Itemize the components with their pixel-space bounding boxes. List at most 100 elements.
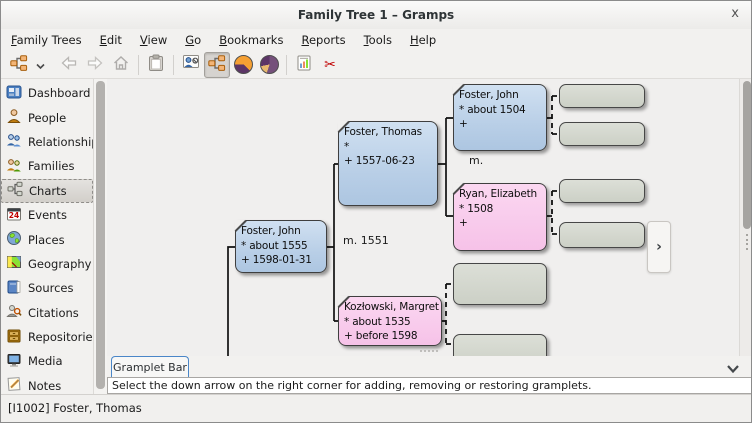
chevron-down-icon bbox=[35, 55, 45, 74]
arrow-right-icon bbox=[86, 54, 104, 76]
calendar-icon: 24 bbox=[6, 206, 22, 225]
person-box-father[interactable]: Foster, Thomas * + 1557-06-23 bbox=[337, 120, 438, 206]
gramplet-bar-message: Select the down arrow on the right corne… bbox=[107, 377, 751, 394]
book-icon bbox=[6, 279, 22, 298]
toolbar: ✂ bbox=[1, 51, 751, 79]
person-chart-icon bbox=[182, 54, 200, 76]
sidebar-item-geography[interactable]: Geography bbox=[1, 252, 93, 276]
forward-button[interactable] bbox=[82, 52, 108, 78]
drag-grip-dots bbox=[420, 350, 438, 352]
person-death: + 1557-06-23 bbox=[344, 155, 415, 167]
clipboard-button[interactable] bbox=[143, 52, 169, 78]
media-monitor-icon bbox=[6, 352, 22, 371]
sidebar-item-dashboard[interactable]: Dashboard bbox=[1, 81, 93, 105]
sidebar-item-families[interactable]: Families bbox=[1, 154, 93, 178]
note-pencil-icon bbox=[6, 376, 22, 395]
person-birth: * about 1504 bbox=[459, 103, 526, 116]
person-box-paternal-grandfather[interactable]: Foster, John * about 1504 + bbox=[452, 83, 547, 151]
report-doc-icon bbox=[295, 54, 313, 76]
person-box-active[interactable]: Foster, John * about 1555 + 1598-01-31 bbox=[234, 219, 327, 273]
sidebar-item-charts[interactable]: Charts bbox=[1, 178, 93, 203]
marriage-label-parents: m. 1551 bbox=[343, 234, 389, 247]
person-death: + bbox=[459, 118, 468, 130]
window-title: Family Tree 1 – Gramps bbox=[297, 8, 455, 22]
gramplet-dropdown-chevron-icon[interactable] bbox=[725, 361, 741, 374]
close-icon[interactable]: x bbox=[731, 1, 739, 29]
person-birth: * bbox=[344, 140, 350, 153]
empty-ancestor-box[interactable] bbox=[559, 222, 645, 248]
empty-ancestor-box[interactable] bbox=[559, 122, 645, 146]
menu-view[interactable]: View bbox=[137, 31, 170, 49]
pedigree-canvas[interactable]: Foster, John * about 1555 + 1598-01-31 F… bbox=[107, 79, 751, 356]
empty-ancestor-box[interactable] bbox=[453, 263, 547, 305]
sidebar-item-citations[interactable]: Citations bbox=[1, 301, 93, 325]
pedigree-view-button[interactable] bbox=[204, 51, 230, 78]
titlebar: Family Tree 1 – Gramps x bbox=[1, 1, 751, 30]
person-name: Foster, John bbox=[241, 225, 301, 237]
sidebar-item-sources[interactable]: Sources bbox=[1, 276, 93, 300]
person-death: + 1598-01-31 bbox=[241, 254, 312, 266]
globe-icon bbox=[6, 230, 22, 249]
empty-ancestor-box[interactable] bbox=[559, 84, 645, 108]
marriage-label-grandparents: m. bbox=[469, 154, 484, 167]
person-name: Foster, John bbox=[459, 89, 519, 101]
sidebar-scrollbar[interactable] bbox=[93, 79, 107, 395]
chevron-right-icon: › bbox=[656, 239, 662, 255]
clipboard-icon bbox=[147, 54, 165, 76]
statusbar: [I1002] Foster, Thomas bbox=[1, 394, 751, 422]
descendant-fan-view-button[interactable] bbox=[256, 52, 282, 78]
person-chart-view-button[interactable] bbox=[178, 52, 204, 78]
relationships-icon bbox=[6, 132, 22, 151]
families-icon bbox=[6, 157, 22, 176]
family-trees-button[interactable] bbox=[6, 52, 32, 78]
person-box-mother[interactable]: Kozłowski, Margret * about 1535 + before… bbox=[337, 295, 442, 346]
home-icon bbox=[112, 54, 130, 76]
person-birth: * about 1555 bbox=[241, 239, 308, 252]
back-button[interactable] bbox=[56, 52, 82, 78]
tools-button[interactable]: ✂ bbox=[317, 52, 343, 78]
person-death: + bbox=[459, 217, 468, 229]
person-icon bbox=[6, 108, 22, 127]
canvas-scrollbar-thumb[interactable] bbox=[742, 81, 751, 229]
menu-help[interactable]: Help bbox=[407, 31, 439, 49]
menu-reports[interactable]: Reports bbox=[298, 31, 348, 49]
repository-icon bbox=[6, 328, 22, 347]
menu-go[interactable]: Go bbox=[182, 31, 204, 49]
empty-ancestor-box[interactable] bbox=[559, 179, 645, 203]
home-button[interactable] bbox=[108, 52, 134, 78]
svg-text:24: 24 bbox=[9, 211, 19, 220]
person-death: + before 1598 bbox=[344, 330, 418, 342]
person-box-paternal-grandmother[interactable]: Ryan, Elizabeth * 1508 + bbox=[452, 182, 547, 251]
family-trees-dropdown[interactable] bbox=[32, 52, 48, 78]
person-birth: * 1508 bbox=[459, 202, 494, 215]
menubar: Family Trees Edit View Go Bookmarks Repo… bbox=[1, 29, 751, 51]
sidebar-item-repositories[interactable]: Repositories bbox=[1, 325, 99, 349]
gramplet-bar-tab[interactable]: Gramplet Bar bbox=[111, 356, 189, 377]
fan-chart-alt-icon bbox=[259, 55, 279, 74]
dashboard-icon bbox=[6, 84, 22, 103]
gramps-tree-icon bbox=[10, 54, 28, 76]
menu-tools[interactable]: Tools bbox=[361, 31, 395, 49]
arrow-left-icon bbox=[60, 54, 78, 76]
sidebar-item-places[interactable]: Places bbox=[1, 227, 93, 251]
person-name: Ryan, Elizabeth bbox=[459, 188, 538, 200]
scrollbar-grip-dots bbox=[745, 234, 748, 250]
sidebar-item-relationships[interactable]: Relationships bbox=[1, 130, 105, 154]
status-active-person: [I1002] Foster, Thomas bbox=[8, 401, 142, 415]
menu-edit[interactable]: Edit bbox=[97, 31, 125, 49]
sidebar-item-media[interactable]: Media bbox=[1, 349, 93, 373]
reports-button[interactable] bbox=[291, 52, 317, 78]
empty-ancestor-box[interactable] bbox=[453, 334, 547, 356]
menu-bookmarks[interactable]: Bookmarks bbox=[216, 31, 286, 49]
pedigree-icon bbox=[208, 54, 226, 76]
person-name: Foster, Thomas bbox=[344, 126, 422, 138]
canvas-scrollbar[interactable] bbox=[739, 79, 751, 356]
fan-chart-view-button[interactable] bbox=[230, 52, 256, 78]
sidebar-item-events[interactable]: 24 Events bbox=[1, 203, 93, 227]
menu-family-trees[interactable]: Family Trees bbox=[8, 31, 85, 49]
scissors-tools-icon: ✂ bbox=[324, 56, 336, 73]
citation-search-icon bbox=[6, 303, 22, 322]
sidebar-item-people[interactable]: People bbox=[1, 105, 93, 129]
map-icon bbox=[6, 254, 22, 273]
show-more-generations-button[interactable]: › bbox=[647, 221, 671, 273]
